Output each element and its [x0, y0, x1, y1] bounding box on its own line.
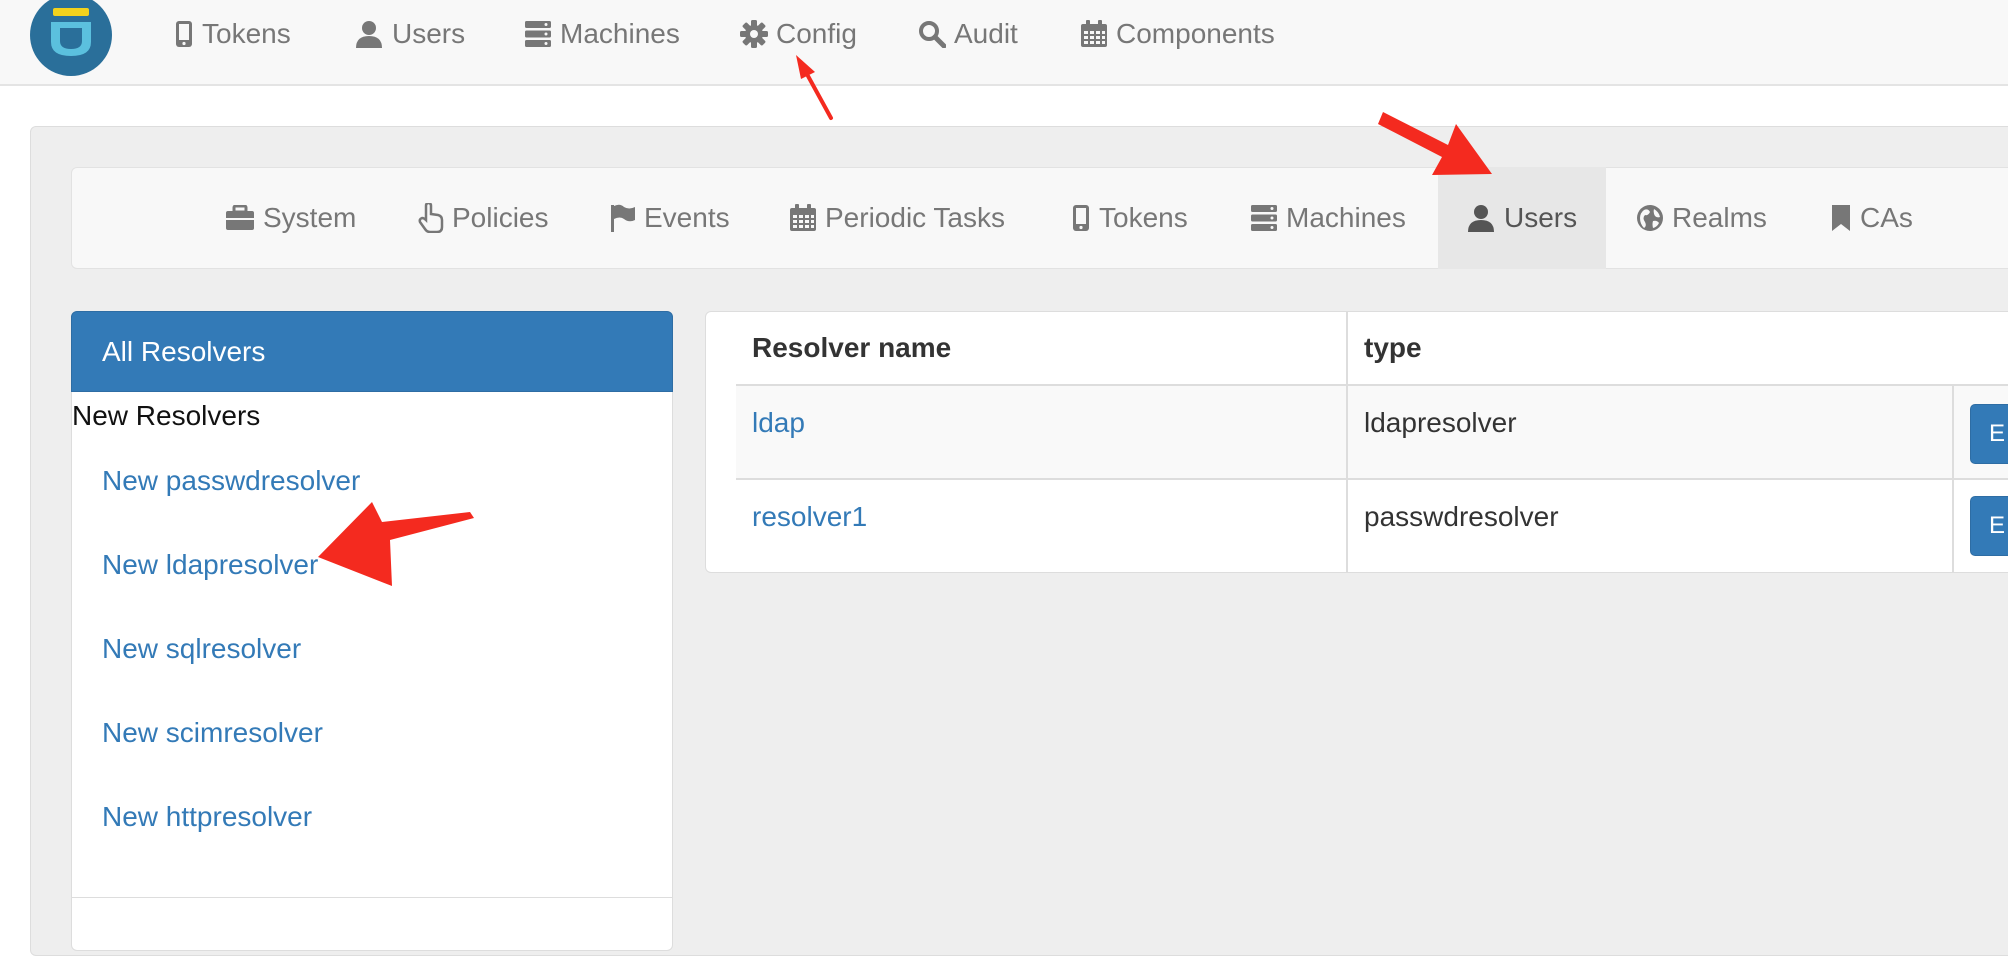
- subnav-system-label: System: [263, 202, 357, 233]
- flag-icon: [611, 204, 635, 232]
- edit-resolver-button[interactable]: E: [1970, 404, 2008, 464]
- edit-resolver-button-label: E: [1989, 420, 2006, 447]
- subnav-cas-label: CAs: [1860, 202, 1913, 233]
- top-nav-machines-label: Machines: [560, 18, 680, 49]
- top-nav-machines[interactable]: Machines: [524, 14, 680, 54]
- subnav-events-label: Events: [644, 202, 730, 233]
- subnav-realms[interactable]: Realms: [1636, 167, 1767, 269]
- calendar-icon: [1081, 20, 1107, 47]
- top-nav-users[interactable]: Users: [354, 14, 465, 54]
- sidebar-link-new-sqlresolver[interactable]: New sqlresolver: [102, 633, 301, 665]
- subnav-periodic-tasks-label: Periodic Tasks: [825, 202, 1006, 233]
- subnav-policies-label: Policies: [452, 202, 549, 233]
- subnav-cas[interactable]: CAs: [1830, 167, 1913, 269]
- top-nav-config[interactable]: Config: [740, 14, 857, 54]
- resolver-name-link[interactable]: resolver1: [752, 501, 867, 533]
- subnav-machines[interactable]: Machines: [1250, 167, 1406, 269]
- calendar-icon: [790, 204, 816, 231]
- sidebar-link-new-passwdresolver[interactable]: New passwdresolver: [102, 465, 360, 497]
- top-nav-tokens-label: Tokens: [202, 18, 291, 49]
- subnav-periodic-tasks[interactable]: Periodic Tasks: [789, 167, 1005, 269]
- top-nav-components[interactable]: Components: [1080, 14, 1275, 54]
- sidebar-link-new-scimresolver[interactable]: New scimresolver: [102, 717, 323, 749]
- subnav-realms-label: Realms: [1672, 202, 1767, 233]
- sidebar-item-all-resolvers[interactable]: All Resolvers: [71, 311, 673, 392]
- subnav-users[interactable]: Users: [1438, 167, 1606, 269]
- subnav-machines-label: Machines: [1286, 202, 1406, 233]
- column-header-type: type: [1364, 332, 1422, 363]
- top-nav-audit[interactable]: Audit: [918, 14, 1018, 54]
- table-header-divider: [736, 384, 2008, 386]
- edit-resolver-button-label: E: [1989, 512, 2006, 539]
- edit-resolver-button[interactable]: E: [1970, 496, 2008, 556]
- user-icon: [356, 21, 382, 48]
- top-nav-tokens[interactable]: Tokens: [174, 14, 291, 54]
- search-icon: [919, 21, 946, 48]
- table-row-divider: [736, 478, 2008, 480]
- gear-icon: [740, 20, 768, 48]
- subnav-tokens-label: Tokens: [1099, 202, 1188, 233]
- resolver-type-cell: ldapresolver: [1364, 407, 1517, 438]
- top-nav-users-label: Users: [392, 18, 466, 49]
- column-header-resolver-name: Resolver name: [752, 332, 952, 363]
- server-icon: [525, 21, 551, 47]
- resolver-name-link[interactable]: ldap: [752, 407, 805, 439]
- top-nav: Tokens Users Machines Config Audit Compo…: [0, 0, 2008, 70]
- briefcase-icon: [226, 205, 254, 230]
- subnav-system[interactable]: System: [225, 167, 356, 269]
- subnav-events[interactable]: Events: [610, 167, 730, 269]
- sidebar-item-all-resolvers-label: All Resolvers: [102, 335, 266, 367]
- sidebar-link-new-ldapresolver[interactable]: New ldapresolver: [102, 549, 318, 581]
- sidebar-link-new-httpresolver[interactable]: New httpresolver: [102, 801, 312, 833]
- hand-pointer-icon: [418, 203, 444, 233]
- sidebar-heading-new-resolvers: New Resolvers: [72, 400, 261, 431]
- sidebar-divider: [71, 897, 673, 898]
- top-nav-audit-label: Audit: [954, 18, 1018, 49]
- mobile-icon: [1073, 205, 1089, 231]
- subnav-policies[interactable]: Policies: [418, 167, 548, 269]
- bookmark-icon: [1832, 205, 1850, 231]
- server-icon: [1251, 205, 1277, 231]
- globe-icon: [1637, 205, 1663, 231]
- subnav-tokens[interactable]: Tokens: [1071, 167, 1188, 269]
- user-icon: [1468, 205, 1494, 232]
- top-nav-config-label: Config: [776, 18, 857, 49]
- column-divider: [1346, 311, 1348, 573]
- top-nav-components-label: Components: [1116, 18, 1275, 49]
- subnav-users-label: Users: [1504, 202, 1578, 233]
- resolver-type-cell: passwdresolver: [1364, 501, 1559, 532]
- mobile-icon: [176, 21, 192, 47]
